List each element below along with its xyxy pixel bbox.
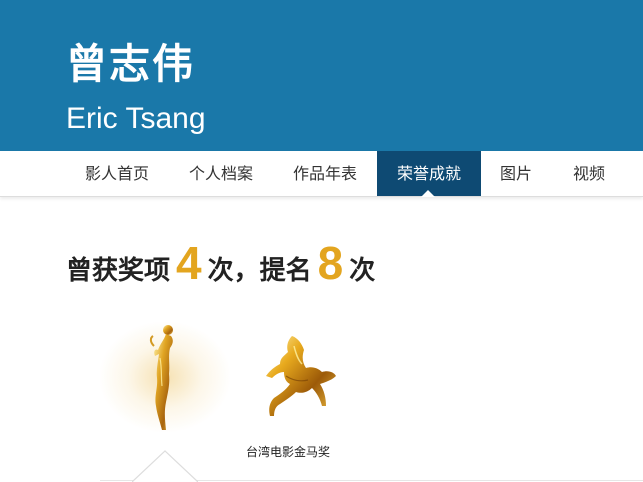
golden-horse-award-label: 台湾电影金马奖 — [246, 445, 331, 459]
tab-photos[interactable]: 图片 — [483, 151, 549, 196]
award-summary: 曾获奖项 4 次，提名 8 次 — [66, 236, 375, 296]
profile-nav: 影人首页 个人档案 作品年表 荣誉成就 图片 视频 — [0, 151, 643, 197]
selected-trophy-caret-icon — [132, 450, 198, 482]
golden-horse-trophy-icon[interactable] — [262, 332, 340, 424]
statuette-trophy-icon[interactable] — [140, 322, 190, 434]
nomination-count: 8 — [317, 237, 344, 289]
person-name-chinese: 曾志伟 — [66, 40, 195, 88]
person-name-english: Eric Tsang — [66, 102, 206, 135]
tab-filmography[interactable]: 作品年表 — [274, 151, 376, 196]
summary-prefix: 曾获奖项 — [66, 256, 171, 286]
tab-videos[interactable]: 视频 — [552, 151, 626, 196]
summary-suffix: 次 — [349, 256, 376, 286]
tab-home[interactable]: 影人首页 — [66, 151, 168, 196]
summary-middle: 次，提名 — [207, 256, 312, 286]
active-tab-caret-icon — [421, 190, 435, 197]
tab-profile[interactable]: 个人档案 — [170, 151, 272, 196]
profile-header: 曾志伟 Eric Tsang — [0, 0, 643, 151]
win-count: 4 — [176, 237, 202, 289]
